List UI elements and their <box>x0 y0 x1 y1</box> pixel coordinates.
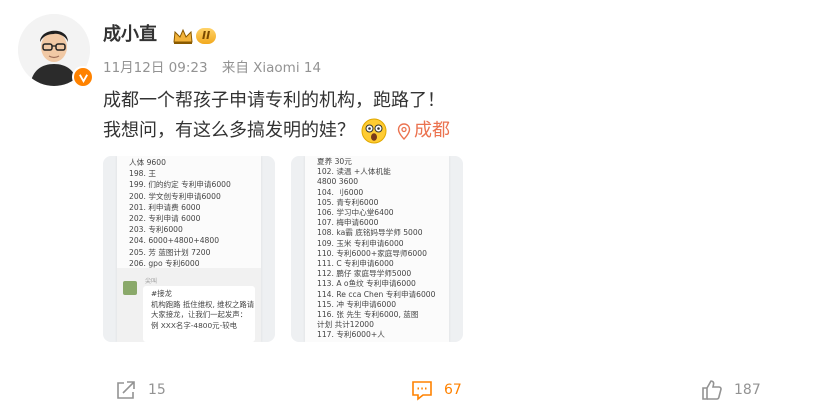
chat-line: 例 XXX名字-4800元-较电 <box>151 320 238 330</box>
list-item: 人体 9600 <box>129 158 166 167</box>
list-item: 107. 梅申请6000 <box>317 218 379 228</box>
level-label: II <box>196 28 217 44</box>
list-item: 111. C 专利申请6000 <box>317 259 394 269</box>
like-count: 187 <box>734 382 761 398</box>
list-item: 114. Re cca Chen 专利申请6000 <box>317 289 436 299</box>
chat-message: 尖叫 #接龙 机构跑路 抵住维权, 维权之路请 大家接龙，让我们一起发声： 例 … <box>117 268 261 342</box>
verified-icon <box>72 66 94 88</box>
list-item: 199. 们的约定 专利申请6000 <box>129 180 231 190</box>
list-item: 计划 共计12000 <box>317 320 374 330</box>
post-image-1[interactable]: 人体 9600 198. 王 199. 们的约定 专利申请6000 200. 学… <box>103 156 275 342</box>
screenshot-chat-list: 夏养 30元 102. 读温 +人体机能 4800 3600 104. 刂600… <box>305 156 449 342</box>
chat-line: 大家接龙，让我们一起发声： <box>151 310 248 319</box>
list-item: 108. ka霸 底铭妈导学师 5000 <box>317 228 423 238</box>
list-item: 113. A o鱼纹 专利申请6000 <box>317 279 416 289</box>
chat-line: #接龙 <box>151 289 172 298</box>
list-item: 116. 张 先生 专利6000, 蓝图 <box>317 310 419 320</box>
list-item: 202. 专利申请 6000 <box>129 214 201 224</box>
post-text-line-2: 我想问，有这么多搞发明的娃？ 成都 <box>103 118 450 144</box>
like-button[interactable]: 187 <box>700 378 761 402</box>
chat-avatar <box>123 281 137 295</box>
share-count: 15 <box>148 382 166 398</box>
location-link[interactable]: 成都 <box>397 118 450 144</box>
list-item: 115. 冲 专利申请6000 <box>317 299 397 309</box>
list-item: 198. 王 <box>129 169 156 179</box>
chat-line: 机构跑路 抵住维权, 维权之路请 <box>151 299 255 309</box>
post-meta: 11月12日 09:23 来自 Xiaomi 14 <box>103 60 331 76</box>
list-item: 200. 学文创专利申请6000 <box>129 191 221 201</box>
list-item: 104. 刂6000 <box>317 187 364 197</box>
post-image-2[interactable]: 夏养 30元 102. 读温 +人体机能 4800 3600 104. 刂600… <box>291 156 463 342</box>
screenshot-chat-list: 人体 9600 198. 王 199. 们的约定 专利申请6000 200. 学… <box>117 156 261 342</box>
share-button[interactable]: 15 <box>114 378 166 402</box>
comment-count: 67 <box>444 382 462 398</box>
member-level-badge[interactable]: II <box>172 26 222 46</box>
location-label: 成都 <box>414 120 450 141</box>
like-icon <box>702 380 722 400</box>
chat-sender-name: 尖叫 <box>145 278 158 285</box>
list-item: 102. 读温 +人体机能 <box>317 167 391 177</box>
comment-icon <box>412 381 432 401</box>
post-source: 来自 Xiaomi 14 <box>221 60 322 76</box>
post-time[interactable]: 11月12日 09:23 <box>103 60 208 76</box>
crown-icon <box>173 28 193 44</box>
list-item: 109. 玉米 专利申请6000 <box>317 238 404 248</box>
action-bar: 15 67 187 <box>0 372 817 408</box>
list-item: 205. 芳 蓝图计划 7200 <box>129 247 211 257</box>
list-item: 4800 3600 <box>317 177 359 187</box>
list-item: 105. 青专利6000 <box>317 197 379 207</box>
author-name[interactable]: 成小直 <box>103 24 157 46</box>
comment-button[interactable]: 67 <box>410 378 462 402</box>
share-icon <box>117 381 135 399</box>
post-text-line-1: 成都一个帮孩子申请专利的机构，跑路了！ <box>103 90 445 111</box>
list-item: 112. 鹏仔 家庭导学师5000 <box>317 269 412 279</box>
location-pin-icon <box>397 122 411 140</box>
shocked-emoji <box>361 118 387 144</box>
list-item: 204. 6000+4800+4800 <box>129 236 220 246</box>
chat-bubble: #接龙 机构跑路 抵住维权, 维权之路请 大家接龙，让我们一起发声： 例 XXX… <box>143 286 255 342</box>
list-item: 117. 专利6000+人 <box>317 330 385 340</box>
post-text-line-2-text: 我想问，有这么多搞发明的娃？ <box>103 120 355 141</box>
list-item: 203. 专利6000 <box>129 225 183 235</box>
list-item: 110. 专利6000+家庭导师6000 <box>317 248 427 258</box>
list-item: 201. 利申请费 6000 <box>129 202 201 212</box>
list-item: 106. 学习中心堂6400 <box>317 208 394 218</box>
list-item: 夏养 30元 <box>317 157 352 166</box>
